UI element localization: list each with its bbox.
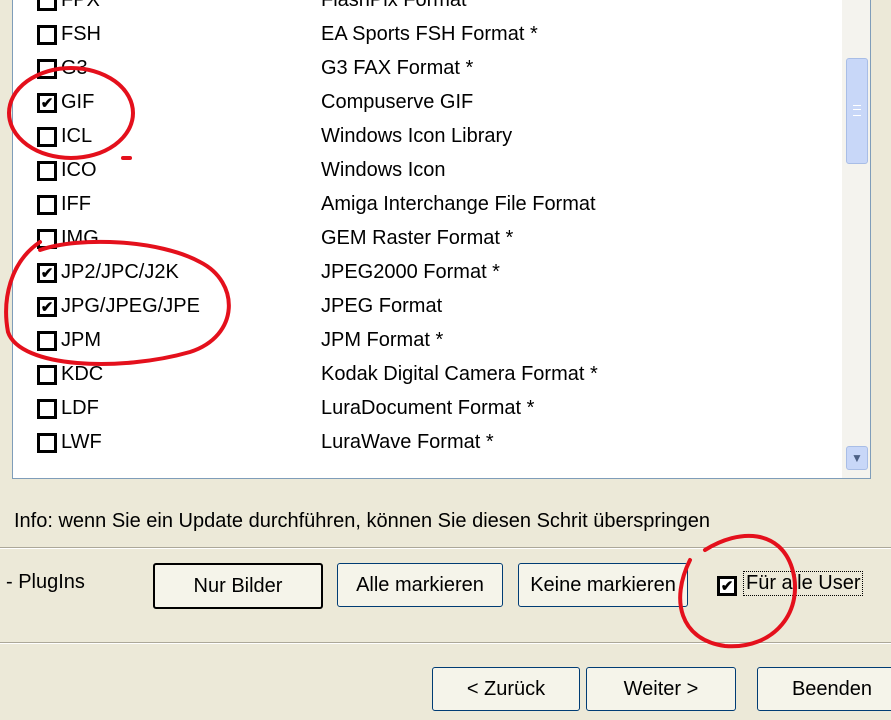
list-item[interactable]: FSH EA Sports FSH Format *: [13, 20, 841, 54]
back-button[interactable]: < Zurück: [432, 667, 580, 711]
select-all-button[interactable]: Alle markieren: [337, 563, 503, 607]
format-rows: FPX FlashPix Format * FSH EA Sports FSH For…: [13, 0, 841, 464]
next-button[interactable]: Weiter >: [586, 667, 736, 711]
format-description: LuraDocument Format *: [321, 397, 535, 419]
format-code: ICO: [61, 159, 97, 181]
scrollbar-thumb[interactable]: [846, 58, 868, 164]
format-checkbox[interactable]: [37, 433, 57, 453]
list-item[interactable]: IMG GEM Raster Format *: [13, 224, 841, 258]
grip-icon: [853, 105, 861, 116]
format-code: JPM: [61, 329, 101, 351]
format-checkbox[interactable]: [37, 59, 57, 79]
format-code: IMG: [61, 227, 99, 249]
format-checkbox[interactable]: [37, 365, 57, 385]
format-checkbox[interactable]: ✔: [37, 297, 57, 317]
divider: [0, 547, 891, 549]
format-checkbox[interactable]: [37, 229, 57, 249]
format-description: Compuserve GIF: [321, 91, 474, 113]
format-description: JPM Format *: [321, 329, 444, 351]
format-description: JPEG2000 Format *: [321, 261, 500, 283]
list-item[interactable]: ✔ JP2/JPC/J2K JPEG2000 Format *: [13, 258, 841, 292]
list-item[interactable]: KDC Kodak Digital Camera Format *: [13, 360, 841, 394]
format-description: JPEG Format: [321, 295, 443, 317]
format-description: Windows Icon: [321, 159, 446, 181]
finish-button[interactable]: Beenden: [757, 667, 891, 711]
format-code: LWF: [61, 431, 102, 453]
format-description: Kodak Digital Camera Format *: [321, 363, 598, 385]
format-code: FPX: [61, 0, 100, 11]
format-checkbox[interactable]: [37, 161, 57, 181]
format-code: G3: [61, 57, 88, 79]
format-description: GEM Raster Format *: [321, 227, 514, 249]
format-description: Windows Icon Library: [321, 125, 513, 147]
info-text: Info: wenn Sie ein Update durchführen, k…: [14, 510, 711, 532]
format-code: ICL: [61, 125, 93, 147]
format-description: G3 FAX Format *: [321, 57, 474, 79]
format-checkbox[interactable]: [37, 127, 57, 147]
plugins-label: - PlugIns: [6, 571, 85, 593]
list-item[interactable]: JPM JPM Format *: [13, 326, 841, 360]
list-item[interactable]: G3 G3 FAX Format *: [13, 54, 841, 88]
list-item[interactable]: ICL Windows Icon Library: [13, 122, 841, 156]
format-list[interactable]: FPX FlashPix Format * FSH EA Sports FSH For…: [12, 0, 871, 479]
format-description: Amiga Interchange File Format: [321, 193, 596, 215]
list-item[interactable]: FPX FlashPix Format *: [13, 0, 841, 20]
list-item[interactable]: LWF LuraWave Format *: [13, 428, 841, 462]
list-item[interactable]: LDF LuraDocument Format *: [13, 394, 841, 428]
format-code: KDC: [61, 363, 104, 385]
format-checkbox[interactable]: [37, 0, 57, 11]
format-checkbox[interactable]: [37, 331, 57, 351]
list-item[interactable]: ICO Windows Icon: [13, 156, 841, 190]
format-code: JP2/JPC/J2K: [61, 261, 179, 283]
list-item[interactable]: ✔ GIF Compuserve GIF: [13, 88, 841, 122]
format-code: JPG/JPEG/JPE: [61, 295, 200, 317]
chevron-down-icon[interactable]: ▼: [846, 446, 868, 470]
list-item[interactable]: IFF Amiga Interchange File Format: [13, 190, 841, 224]
vertical-scrollbar[interactable]: ▼: [842, 0, 870, 478]
list-item[interactable]: ✔ JPG/JPEG/JPE JPEG Format: [13, 292, 841, 326]
format-checkbox[interactable]: ✔: [37, 263, 57, 283]
format-code: IFF: [61, 193, 91, 215]
format-code: LDF: [61, 397, 99, 419]
format-checkbox[interactable]: [37, 195, 57, 215]
all-users-checkbox[interactable]: ✔: [717, 576, 737, 596]
format-checkbox[interactable]: ✔: [37, 93, 57, 113]
format-description: LuraWave Format *: [321, 431, 494, 453]
format-checkbox[interactable]: [37, 25, 57, 45]
divider: [0, 642, 891, 644]
format-code: FSH: [61, 23, 101, 45]
all-users-label[interactable]: Für alle User: [742, 571, 864, 596]
format-description: FlashPix Format *: [321, 0, 480, 11]
format-code: GIF: [61, 91, 95, 113]
format-checkbox[interactable]: [37, 399, 57, 419]
format-description: EA Sports FSH Format *: [321, 23, 538, 45]
only-images-button[interactable]: Nur Bilder: [153, 563, 323, 609]
select-none-button[interactable]: Keine markieren: [518, 563, 688, 607]
